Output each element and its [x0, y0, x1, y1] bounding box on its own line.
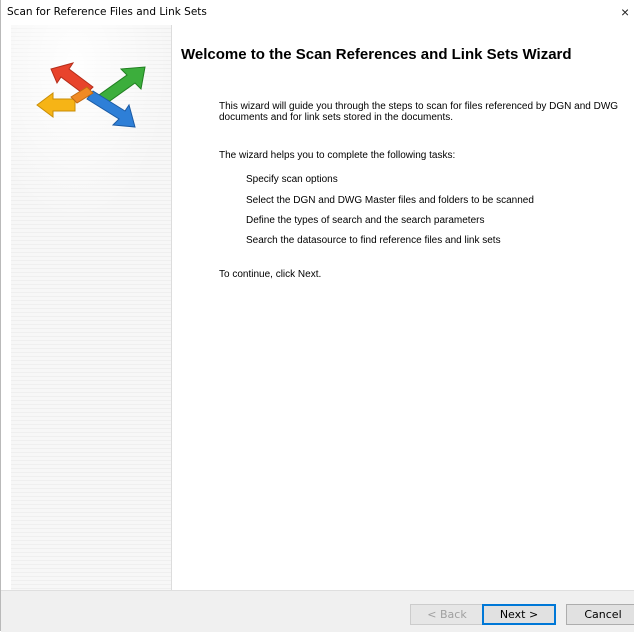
- green-arrow-icon: [98, 66, 146, 104]
- close-icon[interactable]: ×: [621, 0, 634, 24]
- title-bar[interactable]: Scan for Reference Files and Link Sets ×: [1, 0, 634, 25]
- next-button[interactable]: Next >: [482, 604, 556, 625]
- page-title: Welcome to the Scan References and Link …: [181, 46, 572, 63]
- arrows-logo-icon: [36, 62, 146, 128]
- continue-text: To continue, click Next.: [219, 269, 322, 280]
- intro-text: This wizard will guide you through the s…: [219, 101, 619, 123]
- task-item: Define the types of search and the searc…: [246, 215, 485, 226]
- wizard-window: Scan for Reference Files and Link Sets ×…: [0, 0, 634, 632]
- yellow-arrow-icon: [36, 92, 76, 118]
- task-item: Specify scan options: [246, 174, 338, 185]
- cancel-button[interactable]: Cancel: [566, 604, 634, 625]
- tasks-intro-text: The wizard helps you to complete the fol…: [219, 150, 456, 161]
- back-button[interactable]: < Back: [410, 604, 484, 625]
- window-title: Scan for Reference Files and Link Sets: [7, 6, 207, 18]
- wizard-sidebar: [11, 25, 172, 590]
- wizard-content: Welcome to the Scan References and Link …: [172, 25, 634, 590]
- task-item: Select the DGN and DWG Master files and …: [246, 195, 534, 206]
- task-item: Search the datasource to find reference …: [246, 235, 501, 246]
- button-bar: < Back Next > Cancel: [1, 590, 634, 632]
